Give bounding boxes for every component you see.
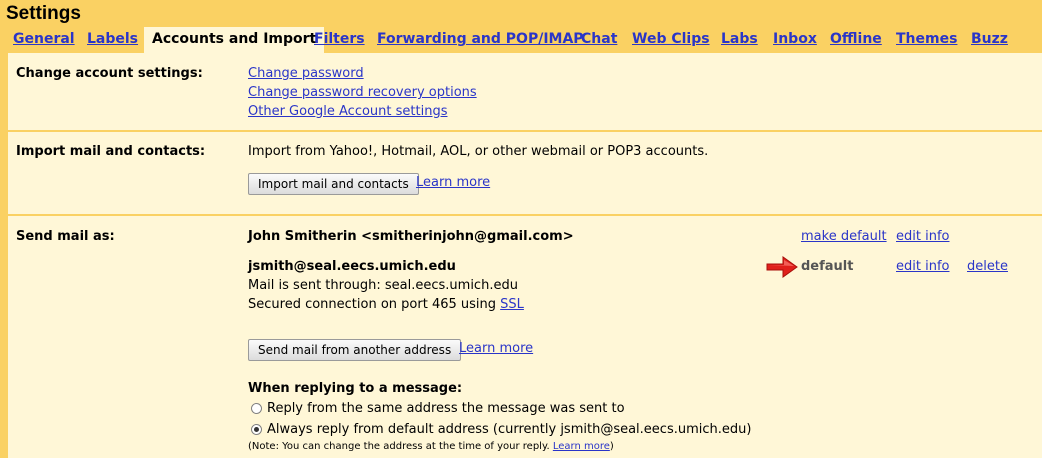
section-divider [8,214,1042,216]
reply-heading: When replying to a message: [248,381,463,396]
delete-link[interactable]: delete [967,259,1008,274]
tab-buzz[interactable]: Buzz [971,27,1008,52]
settings-tabs: General Labels Accounts and Import Filte… [0,27,1042,53]
reply-note-suffix: ) [609,441,614,452]
reply-option-label: Reply from the same address the message … [267,401,625,416]
arrow-pointer-icon [766,256,798,278]
import-description: Import from Yahoo!, Hotmail, AOL, or oth… [248,144,709,159]
secured-connection-prefix: Secured connection on port 465 using [248,297,497,312]
import-mail-contacts-button[interactable]: Import mail and contacts [248,173,419,195]
tab-filters[interactable]: Filters [314,27,365,52]
reply-option-label: Always reply from default address (curre… [267,422,752,437]
page-title: Settings [6,3,81,24]
tab-web-clips[interactable]: Web Clips [632,27,710,52]
tab-themes[interactable]: Themes [896,27,957,52]
tab-chat[interactable]: Chat [581,27,617,52]
tab-labels[interactable]: Labels [87,27,138,52]
tab-inbox[interactable]: Inbox [773,27,817,52]
send-mail-as-label: Send mail as: [16,229,115,244]
tab-offline[interactable]: Offline [830,27,882,52]
import-learn-more-link[interactable]: Learn more [416,175,490,190]
other-google-account-settings-link[interactable]: Other Google Account settings [248,104,447,119]
change-password-link[interactable]: Change password [248,66,364,81]
sent-through-text: Mail is sent through: seal.eecs.umich.ed… [248,278,518,293]
default-status-badge: default [801,259,854,274]
reply-note: (Note: You can change the address at the… [248,441,614,452]
tab-general[interactable]: General [13,27,75,52]
send-as-learn-more-link[interactable]: Learn more [459,341,533,356]
tab-forwarding-pop-imap[interactable]: Forwarding and POP/IMAP [377,27,584,52]
reply-note-text: (Note: You can change the address at the… [248,441,550,452]
secured-connection-text: Secured connection on port 465 using SSL [248,297,524,312]
tab-labs[interactable]: Labs [721,27,758,52]
settings-panel [2,53,1042,458]
import-label: Import mail and contacts: [16,144,206,159]
tab-accounts-and-import[interactable]: Accounts and Import [144,27,325,53]
send-from-another-address-button[interactable]: Send mail from another address [248,339,462,361]
change-recovery-options-link[interactable]: Change password recovery options [248,85,477,100]
section-divider [8,130,1042,132]
reply-default-address-radio[interactable] [251,424,262,435]
change-account-label: Change account settings: [16,66,203,81]
account-name: jsmith@seal.eecs.umich.edu [248,259,456,274]
radio-selected-dot [254,427,259,432]
account-name: John Smitherin <smitherinjohn@gmail.com> [248,229,574,244]
make-default-link[interactable]: make default [801,229,887,244]
reply-same-address-radio[interactable] [251,403,262,414]
edit-info-link[interactable]: edit info [896,259,949,274]
ssl-link[interactable]: SSL [500,297,524,312]
reply-note-learn-more-link[interactable]: Learn more [553,441,610,452]
edit-info-link[interactable]: edit info [896,229,949,244]
